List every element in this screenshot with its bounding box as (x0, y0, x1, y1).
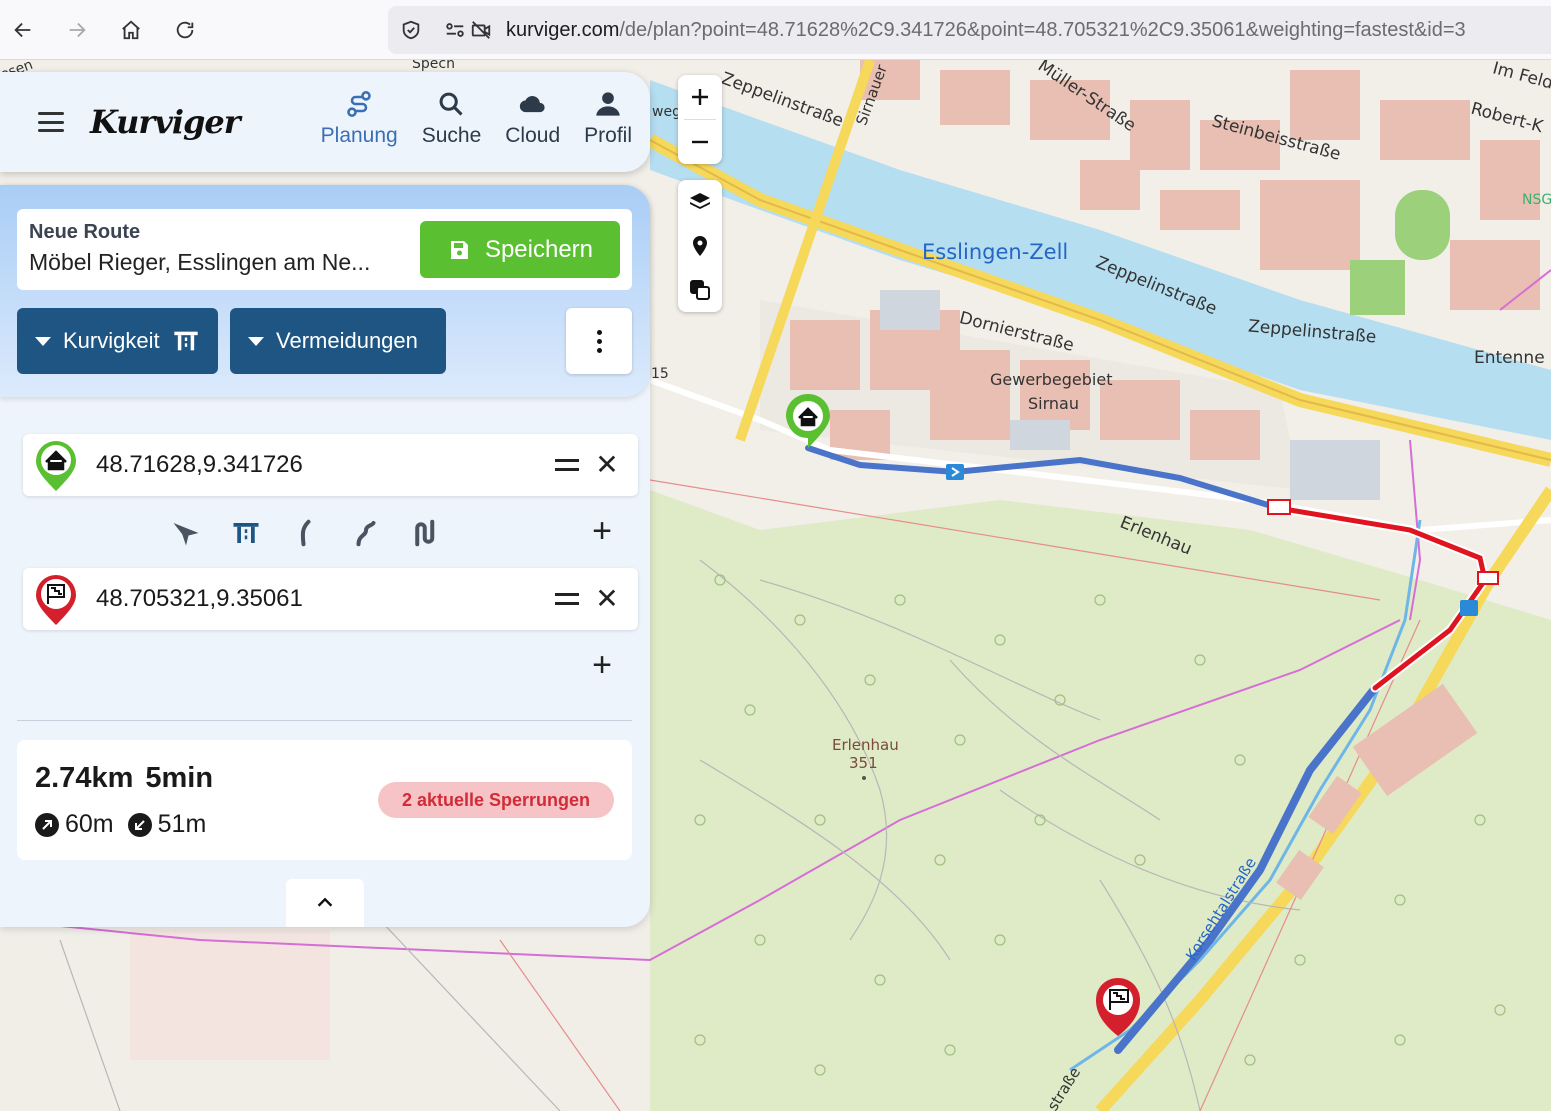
map-tools (678, 180, 722, 312)
permissions-icon[interactable] (442, 17, 468, 43)
overlay-icon[interactable] (678, 268, 722, 312)
route-card: Neue Route Möbel Rieger, Esslingen am Ne… (17, 209, 632, 290)
elevation-info: 60m 51m (35, 810, 206, 839)
route-title: Neue Route (29, 221, 141, 243)
back-icon[interactable] (8, 15, 38, 45)
curviness-dropdown[interactable]: Kurvigkeit (17, 308, 218, 374)
more-options-button[interactable] (566, 308, 632, 374)
curviness-label: Kurvigkeit (63, 328, 160, 353)
caret-down-icon (248, 336, 264, 346)
map-label-weg: weg (652, 104, 681, 120)
save-label: Speichern (484, 235, 594, 263)
collapse-panel-button[interactable] (286, 879, 364, 927)
fastest-icon[interactable] (168, 515, 204, 551)
map-label-gewerbe-2: Sirnau (1028, 394, 1079, 413)
chevron-up-icon (317, 897, 333, 907)
map-label-erlenhau-peak: Erlenhau (832, 736, 899, 754)
ascent-icon (35, 812, 59, 837)
remove-waypoint-button[interactable]: ✕ (595, 582, 619, 616)
save-button[interactable]: Speichern (420, 221, 620, 278)
route-panel: Neue Route Möbel Rieger, Esslingen am Ne… (0, 185, 650, 927)
waypoint-destination: 48.705321,9.35061 ✕ (23, 568, 638, 630)
drag-handle-icon[interactable] (555, 451, 579, 479)
nav-planung[interactable]: Planung (321, 90, 398, 148)
user-icon (596, 92, 620, 116)
curviest-icon[interactable] (408, 515, 444, 551)
waypoint-destination-value[interactable]: 48.705321,9.35061 (96, 585, 303, 613)
avoid-dropdown[interactable]: Vermeidungen (230, 308, 446, 374)
route-name[interactable]: Möbel Rieger, Esslingen am Ne... (29, 249, 419, 276)
curvier-icon[interactable] (348, 515, 384, 551)
route-summary: 2.74km 5min (35, 762, 213, 795)
drag-handle-icon[interactable] (555, 585, 579, 613)
curvy-icon[interactable] (288, 515, 324, 551)
avoid-label: Vermeidungen (276, 328, 418, 353)
map-label-num15: 15 (651, 366, 669, 382)
add-waypoint-button[interactable]: + (588, 514, 616, 548)
remove-waypoint-button[interactable]: ✕ (595, 448, 619, 482)
closures-badge[interactable]: 2 aktuelle Sperrungen (378, 782, 614, 818)
address-bar[interactable]: kurviger.com/de/plan?point=48.71628%2C9.… (388, 6, 1551, 54)
zoom-in-button[interactable] (678, 75, 722, 119)
search-icon (440, 92, 464, 116)
layers-icon[interactable] (678, 180, 722, 224)
app-header: Kurviger Planung Suche Cloud Profil (0, 72, 650, 172)
logo[interactable]: Kurviger (90, 103, 241, 141)
browser-toolbar: kurviger.com/de/plan?point=48.71628%2C9.… (0, 0, 1551, 60)
url-text[interactable]: kurviger.com/de/plan?point=48.71628%2C9.… (506, 19, 1466, 42)
nav-profil-label: Profil (584, 124, 632, 147)
nav-profil[interactable]: Profil (584, 90, 632, 148)
descent-icon (127, 812, 152, 837)
divider (17, 720, 632, 721)
map-label-spech: Spech (412, 60, 455, 72)
menu-icon[interactable] (38, 112, 64, 132)
url-path: /de/plan?point=48.71628%2C9.341726&point… (619, 18, 1466, 41)
camera-off-icon[interactable] (468, 17, 494, 43)
home-icon[interactable] (116, 15, 146, 45)
highway-icon (173, 331, 198, 351)
url-host: kurviger.com (506, 18, 620, 41)
save-icon (450, 240, 468, 259)
nav-cloud-label: Cloud (505, 124, 561, 147)
flag-pin-icon (36, 575, 76, 625)
nav-suche[interactable]: Suche (421, 90, 482, 148)
forward-icon[interactable] (62, 15, 92, 45)
map-label-nsg: NSG (1522, 192, 1551, 208)
nav-suche-label: Suche (421, 124, 482, 147)
nav-cloud[interactable]: Cloud (505, 90, 560, 148)
zoom-controls (678, 75, 722, 164)
map-label-elevation: 351 (849, 754, 878, 772)
caret-down-icon (35, 336, 51, 346)
nav-planung-label: Planung (320, 124, 398, 147)
shield-icon[interactable] (398, 17, 424, 43)
reload-icon[interactable] (170, 15, 200, 45)
route-icon (347, 91, 371, 117)
main-nav: Planung Suche Cloud Profil (297, 90, 632, 148)
location-pin-icon[interactable] (678, 224, 722, 268)
waypoint-start-value[interactable]: 48.71628,9.341726 (96, 451, 303, 479)
cloud-icon (519, 96, 545, 113)
descent-value: 51m (157, 810, 207, 838)
zoom-out-button[interactable] (678, 120, 722, 164)
route-distance: 2.74km (35, 762, 134, 794)
highway-profile-icon[interactable] (228, 515, 264, 551)
map-label-gewerbe-1: Gewerbegebiet (990, 370, 1113, 389)
profile-selector (168, 515, 468, 551)
waypoint-start: 48.71628,9.341726 ✕ (23, 434, 638, 496)
map-label-entenne: Entenne (1474, 348, 1545, 368)
map-label-zell: Esslingen-Zell (922, 240, 1069, 264)
ascent-value: 60m (65, 810, 114, 838)
add-waypoint-button[interactable]: + (588, 648, 616, 682)
route-stats: 2.74km 5min 60m 51m 2 aktuelle Sperrungen (17, 740, 632, 860)
home-pin-icon (36, 441, 76, 491)
route-duration: 5min (145, 762, 214, 794)
